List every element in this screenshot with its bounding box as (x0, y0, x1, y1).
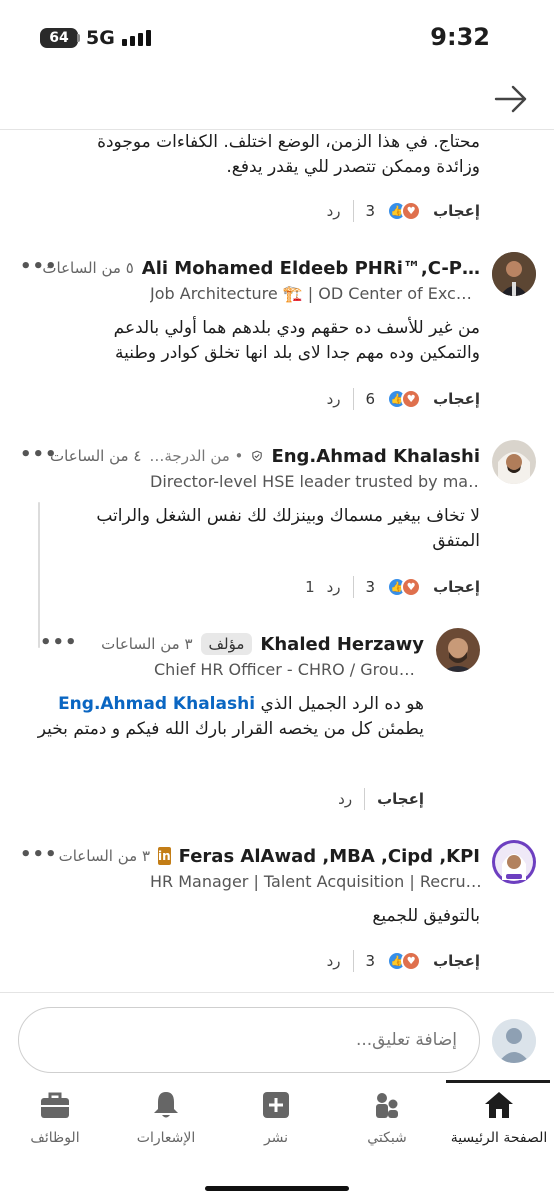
comment-body: لا تخاف بيغير مسماك وبينزلك لك نفس الشغل… (96, 506, 480, 551)
comment-input[interactable] (18, 1007, 480, 1073)
comment-body: محتاج. في هذا الزمن، الوضع اختلف. الكفاء… (97, 132, 480, 177)
network-icon (376, 1093, 398, 1118)
commenter-headline: Chief HR Officer - CHRO / Grou… (154, 660, 415, 679)
nav-notifications[interactable]: الإشعارات (111, 1080, 221, 1158)
comment-actions: إعجاب ♥ 👍 3 رد (327, 950, 480, 972)
reply-button[interactable]: رد (327, 390, 341, 408)
reply-button[interactable]: رد (327, 578, 341, 596)
network-type: 5G (86, 27, 115, 49)
comment-actions: إعجاب ♥ 👍 3 رد 1 (305, 576, 480, 598)
nav-label: الإشعارات (136, 1130, 196, 1146)
home-indicator (205, 1186, 349, 1191)
nav-label: الصفحة الرئيسية (450, 1130, 548, 1146)
premium-badge-icon: in (158, 847, 171, 865)
avatar[interactable] (492, 840, 536, 884)
reaction-count: 3 (365, 202, 376, 220)
comment: ••• Eng.Ahmad Khalashi • من الدرجة… ٤ من… (0, 436, 554, 616)
comment: ••• Feras AlAwad ,MBA ,Cipd ,KPI in ٣ من… (0, 840, 554, 990)
reply-button[interactable]: رد (327, 202, 341, 220)
comment-time: ٤ من الساعات (50, 447, 142, 465)
author-badge: مؤلف (200, 633, 253, 655)
briefcase-icon (41, 1092, 69, 1118)
comment-actions: إعجاب رد (338, 788, 424, 810)
user-avatar (492, 1019, 536, 1063)
commenter-headline: HR Manager | Talent Acquisition | Recru… (150, 872, 480, 891)
nav-label: نشر (263, 1130, 289, 1146)
bottom-navigation: الصفحة الرئيسية شبكتي نشر الإشعارات الوظ… (0, 1080, 554, 1199)
avatar[interactable] (492, 440, 536, 484)
status-bar: 64 5G 9:32 (0, 0, 554, 76)
like-button[interactable]: إعجاب (433, 202, 480, 220)
commenter-name[interactable]: Khaled Herzawy (260, 634, 424, 655)
reactions[interactable]: ♥ 👍 (387, 389, 422, 409)
reply-comment: ••• Khaled Herzawy مؤلف ٣ من الساعات Chi… (0, 626, 554, 826)
reply-button[interactable]: رد (327, 952, 341, 970)
reply-count[interactable]: 1 (305, 578, 315, 596)
mention-link[interactable]: Eng.Ahmad Khalashi (58, 694, 255, 714)
arrow-right-icon[interactable] (494, 84, 528, 114)
reaction-count: 3 (365, 952, 376, 970)
battery-level: 64 (49, 30, 69, 46)
comment: ••• Ali Mohamed Eldeeb PHRi™,C-P… ٥ من ا… (0, 248, 554, 418)
like-button[interactable]: إعجاب (433, 952, 480, 970)
commenter-headline: Director-level HSE leader trusted by ma… (150, 472, 480, 491)
heart-reaction-icon: ♥ (401, 201, 422, 221)
reactions[interactable]: ♥ 👍 (387, 577, 422, 597)
heart-reaction-icon: ♥ (401, 951, 422, 971)
comment-composer (0, 992, 554, 1080)
clock: 9:32 (430, 23, 490, 51)
comment-text: يطمئن كل من يخصه القرار بارك الله فيكم و… (37, 719, 424, 739)
reactions[interactable]: ♥ 👍 (387, 201, 422, 221)
reaction-count: 6 (365, 390, 376, 408)
nav-jobs[interactable]: الوظائف (0, 1080, 110, 1158)
commenter-name[interactable]: Ali Mohamed Eldeeb PHRi™,C-P… (142, 258, 480, 279)
nav-home[interactable]: الصفحة الرئيسية (444, 1080, 554, 1158)
header (0, 76, 554, 130)
like-button[interactable]: إعجاب (433, 390, 480, 408)
nav-label: الوظائف (30, 1130, 80, 1146)
post-icon (263, 1092, 289, 1118)
comments-feed[interactable]: محتاج. في هذا الزمن، الوضع اختلف. الكفاء… (0, 130, 554, 992)
commenter-name[interactable]: Feras AlAwad ,MBA ,Cipd ,KPI (179, 846, 480, 867)
commenter-name[interactable]: Eng.Ahmad Khalashi (271, 446, 480, 467)
connection-degree: • من الدرجة… (149, 447, 244, 465)
avatar[interactable] (492, 252, 536, 296)
more-options-icon[interactable]: ••• (20, 844, 58, 865)
comment-text: هو ده الرد الجميل الذي (260, 694, 424, 714)
heart-reaction-icon: ♥ (401, 389, 422, 409)
bell-icon (154, 1092, 178, 1118)
comment-body: من غير للأسف ده حقهم ودي بلدهم هما أولي … (113, 318, 480, 363)
reaction-count: 3 (365, 578, 376, 596)
battery-indicator: 64 (40, 28, 80, 48)
comment-time: ٥ من الساعات (42, 259, 134, 277)
commenter-headline: Job Architecture 🏗️ | OD Center of Exc… (150, 284, 472, 303)
reply-button[interactable]: رد (338, 790, 352, 808)
comment-time: ٣ من الساعات (58, 847, 150, 865)
comment-actions: إعجاب ♥ 👍 3 رد (327, 200, 480, 222)
comment-body: بالتوفيق للجميع (372, 906, 480, 926)
nav-network[interactable]: شبكتي (332, 1080, 442, 1158)
signal-icon (122, 30, 152, 46)
home-icon (485, 1092, 513, 1118)
comment-time: ٣ من الساعات (101, 635, 193, 653)
comment-actions: إعجاب ♥ 👍 6 رد (327, 388, 480, 410)
nav-post[interactable]: نشر (221, 1080, 331, 1158)
like-button[interactable]: إعجاب (377, 790, 424, 808)
reactions[interactable]: ♥ 👍 (387, 951, 422, 971)
avatar[interactable] (436, 628, 480, 672)
like-button[interactable]: إعجاب (433, 578, 480, 596)
nav-label: شبكتي (367, 1130, 407, 1146)
heart-reaction-icon: ♥ (401, 577, 422, 597)
verified-shield-icon (252, 450, 263, 462)
comment-body: هو ده الرد الجميل الذي Eng.Ahmad Khalash… (29, 692, 424, 742)
